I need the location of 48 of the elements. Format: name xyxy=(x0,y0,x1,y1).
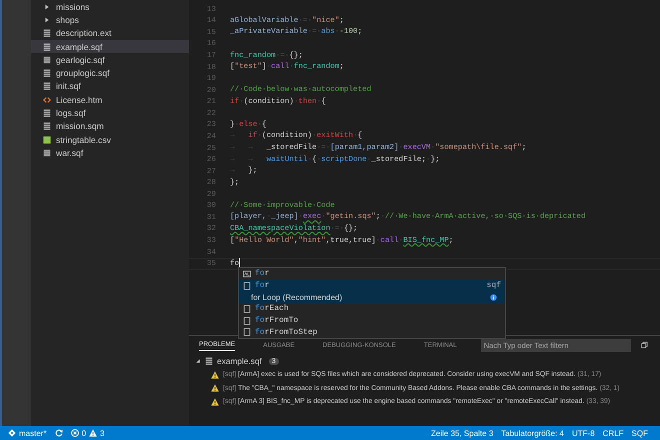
document-icon xyxy=(43,148,51,157)
branch-indicator[interactable]: master* xyxy=(8,428,47,438)
suggestion-description: for Loop (Recommended) xyxy=(250,292,344,302)
file-item[interactable]: License.htm xyxy=(31,93,189,106)
file-item[interactable]: description.ext xyxy=(31,26,189,40)
document-lines-icon xyxy=(43,69,51,78)
info-icon[interactable] xyxy=(490,294,497,301)
suggestion-item[interactable]: forEach xyxy=(239,303,505,315)
code-brackets-icon xyxy=(43,96,51,104)
suggestion-item[interactable]: for xyxy=(239,268,505,280)
file-item[interactable]: missions xyxy=(31,0,189,14)
status-item[interactable]: Zeile 35, Spalte 3 xyxy=(431,428,494,438)
status-item[interactable]: UTF-8 xyxy=(572,428,595,438)
status-item[interactable]: SQF xyxy=(632,428,648,438)
warning-icon xyxy=(211,370,219,379)
sync-icon[interactable] xyxy=(54,429,63,437)
warning-icon xyxy=(89,429,98,437)
error-icon xyxy=(70,429,79,437)
suggestion-item[interactable]: forFromToStep xyxy=(239,326,505,338)
collapse-all-icon[interactable] xyxy=(641,341,648,349)
file-item[interactable]: grouplogic.sqf xyxy=(31,66,189,80)
file-item[interactable]: init.sqf xyxy=(31,80,189,94)
problems-indicator[interactable]: 0 3 xyxy=(70,428,104,438)
file-item[interactable]: example.sqf xyxy=(31,40,189,54)
document-lines-icon xyxy=(205,357,213,365)
spreadsheet-icon xyxy=(43,136,51,144)
file-item[interactable]: stringtable.csv xyxy=(31,132,189,146)
text-icon xyxy=(243,270,251,278)
file-item[interactable]: gearlogic.sqf xyxy=(31,53,189,66)
status-item[interactable]: Tabulatorgröße: 4 xyxy=(501,428,564,438)
document-lines-icon xyxy=(43,29,51,38)
suggestion-item[interactable]: forFromTo xyxy=(239,314,505,326)
warning-icon xyxy=(211,398,219,406)
document-icon xyxy=(43,56,51,64)
status-item[interactable]: CRLF xyxy=(602,428,624,438)
document-lines-icon xyxy=(43,122,51,130)
suggestion-item[interactable]: for sqf for Loop (Recommended) xyxy=(239,280,505,304)
suggestion-detail: sqf xyxy=(486,281,501,290)
document-lines-icon xyxy=(43,42,51,51)
document-lines-icon xyxy=(43,109,51,118)
warning-icon xyxy=(211,384,219,392)
file-item[interactable]: shops xyxy=(31,13,189,27)
document-lines-icon xyxy=(43,82,51,90)
file-item[interactable]: war.sqf xyxy=(31,146,189,160)
snippet-icon xyxy=(243,282,251,290)
triangle-down-icon xyxy=(195,358,201,364)
file-item[interactable]: logs.sqf xyxy=(31,106,189,120)
file-item[interactable]: mission.sqm xyxy=(31,120,189,133)
